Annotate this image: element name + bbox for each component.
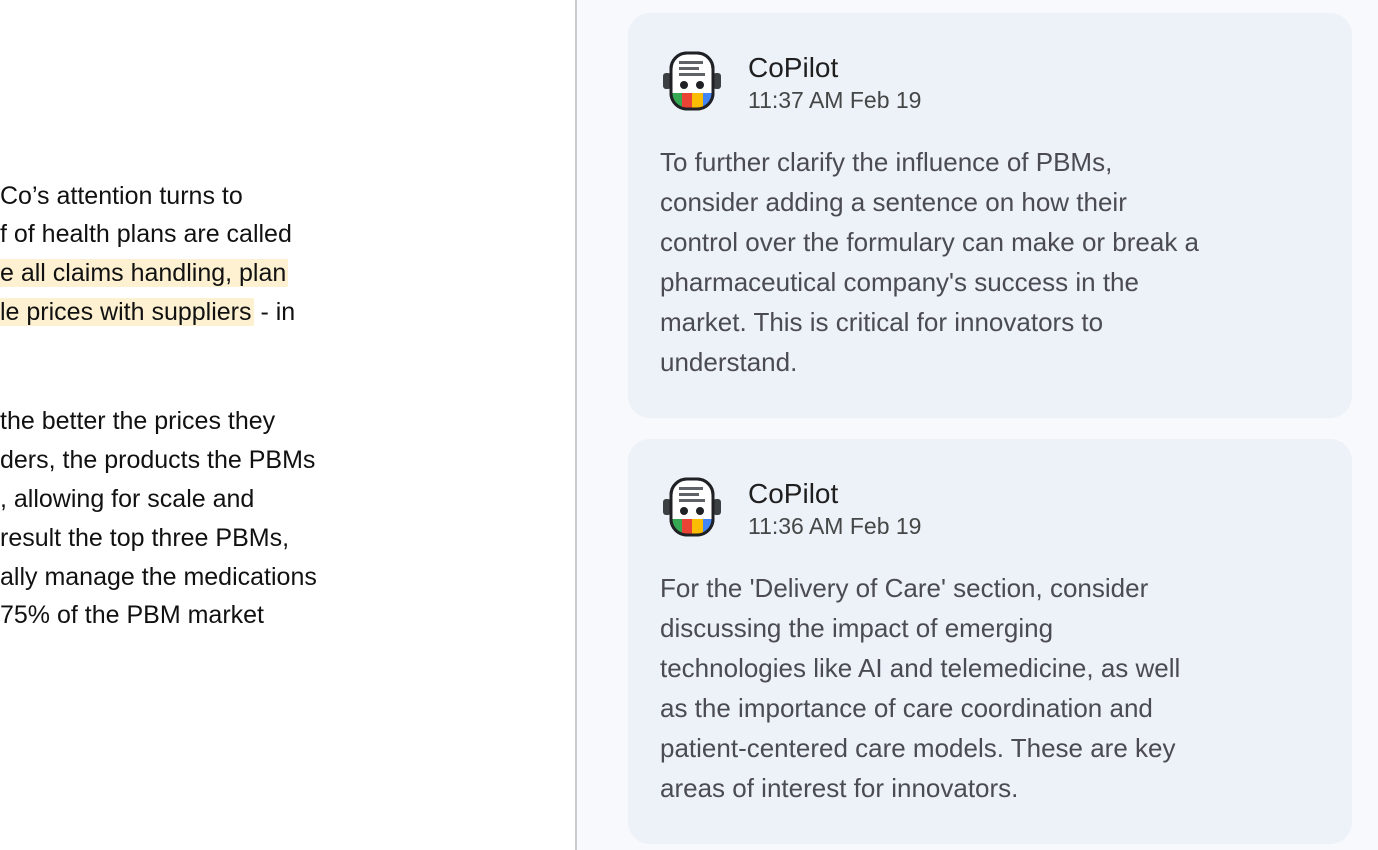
comments-panel: CoPilot 11:37 AM Feb 19 To further clari… [577,0,1378,850]
comment-body: To further clarify the influence of PBMs… [660,142,1300,382]
document-line: ally manage the medications [0,559,317,595]
document-text: Co’s attention turns to [0,182,243,210]
highlighted-text[interactable]: e all claims handling, plan [0,259,289,287]
document-line: e all claims handling, plan [0,255,289,291]
comment-card[interactable]: CoPilot 11:36 AM Feb 19 For the 'Deliver… [628,439,1352,844]
comment-text-line: as the importance of care coordination a… [660,693,1153,723]
document-line: result the top three PBMs, [0,520,289,556]
comment-author: CoPilot [748,52,839,83]
document-text: - in [253,298,296,326]
document-text: , allowing for scale and [0,485,255,513]
document-text: 75% of the PBM market [0,601,265,629]
document-line: , allowing for scale and [0,481,254,517]
comment-text-line: market. This is critical for innovators … [660,307,1104,337]
document-line: f of health plans are called [0,216,292,252]
comment-text-line: understand. [660,347,798,377]
comment-text-line: patient-centered care models. These are … [660,733,1176,763]
document-line: Co’s attention turns to [0,178,243,214]
document-text: result the top three PBMs, [0,524,290,552]
comment-timestamp: 11:37 AM Feb 19 [748,87,922,113]
document-line: 75% of the PBM market [0,597,264,633]
document-line: le prices with suppliers - in [0,294,295,330]
highlighted-text[interactable]: le prices with suppliers [0,298,254,326]
comment-timestamp: 11:36 AM Feb 19 [748,513,922,539]
document-page: Co’s attention turns to f of health plan… [0,0,576,850]
comment-body: For the 'Delivery of Care' section, cons… [660,568,1300,808]
comment-author: CoPilot [748,478,839,509]
document-line: ders, the products the PBMs [0,442,315,478]
comment-card[interactable]: CoPilot 11:37 AM Feb 19 To further clari… [628,13,1352,418]
document-text: the better the prices they [0,407,276,435]
comment-text-line: To further clarify the influence of PBMs… [660,147,1113,177]
comment-text-line: pharmaceutical company's success in the [660,267,1139,297]
comment-text-line: consider adding a sentence on how their [660,187,1127,217]
comment-text-line: areas of interest for innovators. [660,773,1019,803]
comment-text-line: technologies like AI and telemedicine, a… [660,653,1181,683]
document-text: f of health plans are called [0,220,292,248]
comment-text-line: discussing the impact of emerging [660,613,1054,643]
document-line: the better the prices they [0,403,275,439]
comment-text-line: control over the formulary can make or b… [660,227,1200,257]
comment-text-line: For the 'Delivery of Care' section, cons… [660,573,1149,603]
document-text: ally manage the medications [0,563,317,591]
copilot-robot-icon [663,477,721,537]
copilot-robot-icon [663,51,721,111]
document-text: ders, the products the PBMs [0,446,316,474]
